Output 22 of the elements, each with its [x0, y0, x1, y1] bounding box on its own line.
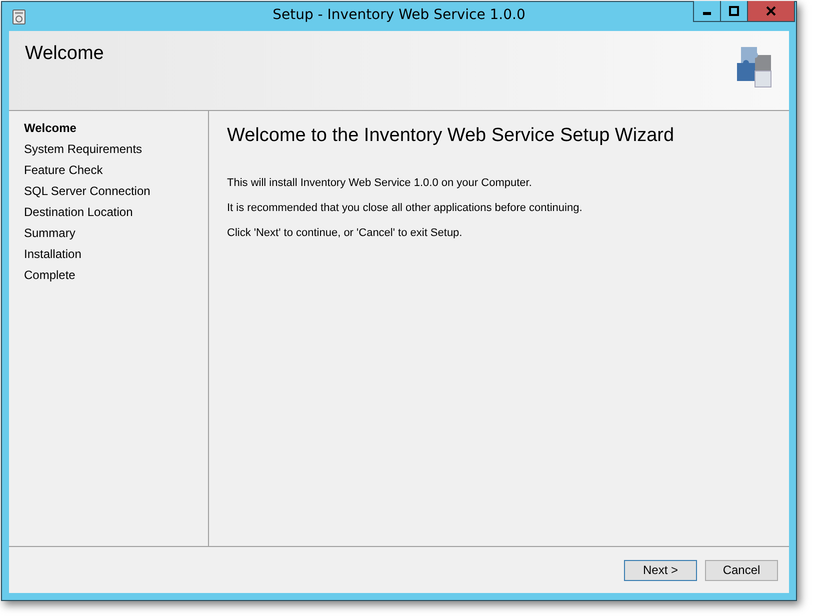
maximize-icon — [729, 6, 739, 16]
step-item: System Requirements — [24, 142, 144, 158]
close-button[interactable] — [747, 1, 795, 22]
maximize-button[interactable] — [720, 1, 748, 22]
window-title: Setup - Inventory Web Service 1.0.0 — [272, 7, 526, 23]
step-item: Welcome — [24, 121, 78, 137]
cancel-button[interactable]: Cancel — [705, 560, 778, 580]
close-icon — [766, 6, 776, 16]
installer-icon — [12, 8, 26, 24]
next-button[interactable]: Next > — [624, 560, 697, 580]
page-title: Welcome — [25, 43, 104, 65]
step-item: Summary — [24, 226, 76, 242]
info-text: Click 'Next' to continue, or 'Cancel' to exit Setup. — [227, 227, 464, 239]
step-item: Installation — [24, 247, 82, 263]
info-text: It is recommended that you close all other applications before continuing. — [227, 202, 584, 214]
step-item: SQL Server Connection — [24, 184, 152, 200]
info-text: This will install Inventory Web Service 1.0.0 on your Computer. — [227, 177, 533, 189]
step-item: Feature Check — [24, 163, 104, 179]
minimize-button[interactable] — [693, 1, 721, 22]
wizard-heading: Welcome to the Inventory Web Service Setup Wizard — [227, 125, 676, 147]
step-item: Destination Location — [24, 205, 134, 221]
step-item: Complete — [24, 268, 76, 284]
